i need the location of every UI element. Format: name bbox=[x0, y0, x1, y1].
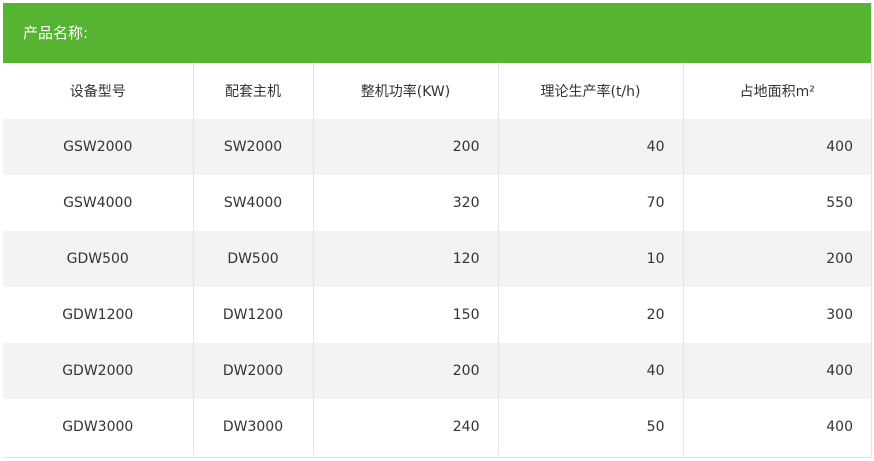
column-header-host: 配套主机 bbox=[192, 63, 313, 119]
cell-host: SW4000 bbox=[192, 175, 313, 231]
cell-capacity: 40 bbox=[497, 343, 683, 399]
cell-model: GDW500 bbox=[3, 231, 193, 287]
cell-model: GDW1200 bbox=[3, 287, 193, 343]
cell-capacity: 40 bbox=[497, 119, 683, 175]
spec-table-panel: 产品名称: 设备型号 配套主机 整机功率(KW) 理论生产率(t/h) 占地面积… bbox=[3, 3, 872, 458]
cell-host: DW3000 bbox=[192, 399, 313, 455]
table-header-row: 设备型号 配套主机 整机功率(KW) 理论生产率(t/h) 占地面积m² bbox=[3, 63, 871, 119]
column-header-capacity: 理论生产率(t/h) bbox=[497, 63, 683, 119]
table-row: GDW3000 DW3000 240 50 400 bbox=[3, 399, 871, 455]
cell-power: 200 bbox=[312, 119, 498, 175]
cell-model: GDW2000 bbox=[3, 343, 193, 399]
cell-model: GSW2000 bbox=[3, 119, 193, 175]
cell-power: 240 bbox=[312, 399, 498, 455]
cell-capacity: 10 bbox=[497, 231, 683, 287]
spec-table: 设备型号 配套主机 整机功率(KW) 理论生产率(t/h) 占地面积m² GSW… bbox=[3, 63, 871, 455]
cell-capacity: 70 bbox=[497, 175, 683, 231]
table-row: GDW500 DW500 120 10 200 bbox=[3, 231, 871, 287]
product-name-title: 产品名称: bbox=[3, 3, 871, 63]
cell-power: 200 bbox=[312, 343, 498, 399]
column-header-model: 设备型号 bbox=[3, 63, 193, 119]
table-row: GDW1200 DW1200 150 20 300 bbox=[3, 287, 871, 343]
cell-host: SW2000 bbox=[192, 119, 313, 175]
cell-power: 320 bbox=[312, 175, 498, 231]
cell-power: 120 bbox=[312, 231, 498, 287]
table-row: GDW2000 DW2000 200 40 400 bbox=[3, 343, 871, 399]
table-row: GSW2000 SW2000 200 40 400 bbox=[3, 119, 871, 175]
table-row: GSW4000 SW4000 320 70 550 bbox=[3, 175, 871, 231]
cell-model: GDW3000 bbox=[3, 399, 193, 455]
cell-model: GSW4000 bbox=[3, 175, 193, 231]
cell-area: 400 bbox=[682, 119, 871, 175]
cell-area: 200 bbox=[682, 231, 871, 287]
cell-area: 550 bbox=[682, 175, 871, 231]
cell-area: 300 bbox=[682, 287, 871, 343]
cell-host: DW500 bbox=[192, 231, 313, 287]
column-header-power: 整机功率(KW) bbox=[312, 63, 498, 119]
cell-capacity: 20 bbox=[497, 287, 683, 343]
column-header-area: 占地面积m² bbox=[682, 63, 871, 119]
cell-host: DW1200 bbox=[192, 287, 313, 343]
cell-area: 400 bbox=[682, 399, 871, 455]
cell-area: 400 bbox=[682, 343, 871, 399]
cell-host: DW2000 bbox=[192, 343, 313, 399]
cell-power: 150 bbox=[312, 287, 498, 343]
cell-capacity: 50 bbox=[497, 399, 683, 455]
